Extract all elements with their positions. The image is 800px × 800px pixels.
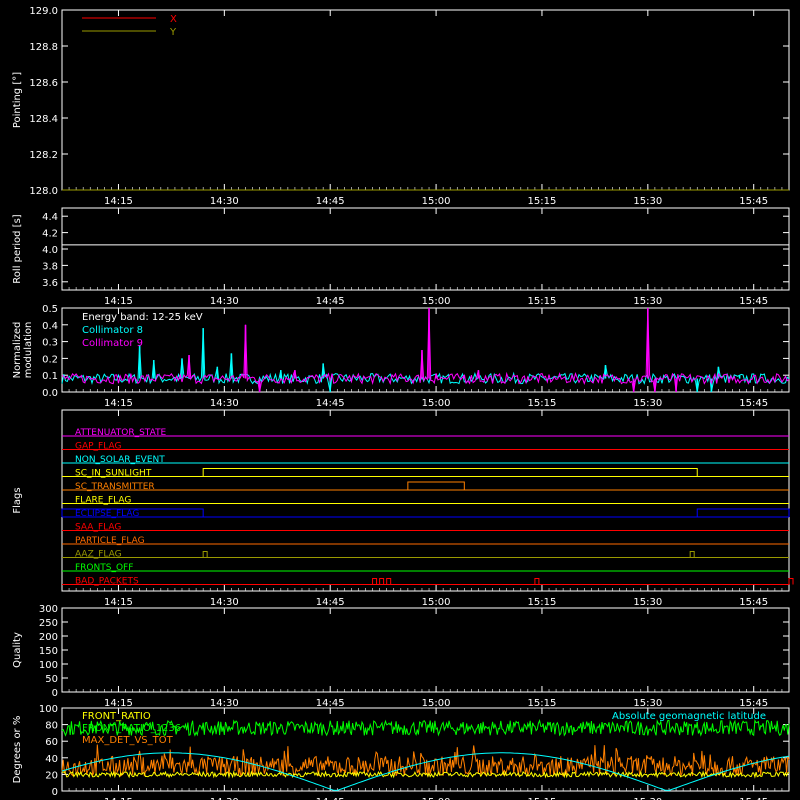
x-tick-label: 14:45	[316, 597, 345, 608]
y-tick-label: 250	[39, 618, 58, 629]
x-tick-label: 15:30	[633, 698, 662, 709]
legend-label: Collimator 8	[82, 325, 143, 336]
y-tick-label: 40	[45, 754, 58, 765]
x-tick-label: 14:15	[104, 398, 133, 409]
series-line-max-det-vs-tot	[61, 744, 790, 778]
y-tick-label: 0.4	[42, 321, 58, 332]
y-tick-label: 20	[45, 770, 58, 781]
x-tick-label: 15:45	[739, 597, 768, 608]
x-tick-label: 15:15	[528, 398, 557, 409]
flag-pulse	[386, 578, 392, 585]
y-tick-label: 60	[45, 737, 58, 748]
y-tick-label: 150	[39, 646, 58, 657]
y-axis-label: modulation	[23, 322, 34, 379]
x-tick-label: 15:30	[633, 597, 662, 608]
x-tick-label: 15:30	[633, 196, 662, 207]
x-tick-label: 15:45	[739, 398, 768, 409]
y-tick-label: 50	[45, 674, 58, 685]
flag-pulse	[379, 578, 385, 585]
legend-label: FRONT_RATIO	[82, 711, 151, 722]
y-tick-label: 4.2	[42, 229, 58, 240]
y-tick-label: 0.1	[42, 371, 58, 382]
x-tick-label: 15:00	[422, 597, 451, 608]
y-tick-label: 3.6	[42, 278, 58, 289]
y-axis-label: Degrees or %	[12, 716, 23, 784]
y-tick-label: 128.4	[29, 114, 58, 125]
y-tick-label: 0	[52, 787, 58, 798]
x-tick-label: 14:30	[210, 597, 239, 608]
x-tick-label: 15:15	[528, 597, 557, 608]
y-axis-label: Flags	[12, 487, 23, 513]
y-tick-label: 0	[52, 688, 58, 699]
flag-step	[696, 508, 790, 517]
x-tick-label: 14:15	[104, 196, 133, 207]
y-tick-label: 80	[45, 721, 58, 732]
legend-label: FRONT_RATIO_1236	[82, 723, 181, 734]
x-tick-label: 14:15	[104, 597, 133, 608]
flag-pulse	[372, 578, 378, 585]
chart-figure: 128.0 128.2 128.4 128.6 128.8 129.0 14:15 14:30…	[12, 6, 794, 800]
flag-pulse	[788, 578, 794, 585]
chart-annotation: Energy band: 12-25 keV	[82, 312, 203, 323]
y-tick-label: 0.2	[42, 354, 58, 365]
y-tick-label: 200	[39, 632, 58, 643]
x-tick-label: 14:45	[316, 398, 345, 409]
x-tick-label: 14:30	[210, 196, 239, 207]
x-tick-label: 15:15	[528, 698, 557, 709]
x-tick-label: 15:45	[739, 296, 768, 307]
x-tick-label: 15:30	[633, 296, 662, 307]
x-tick-label: 14:45	[316, 196, 345, 207]
flag-step	[407, 481, 465, 490]
y-tick-label: 100	[39, 660, 58, 671]
x-tick-label: 15:15	[528, 196, 557, 207]
x-tick-label: 15:00	[422, 196, 451, 207]
y-tick-label: 128.8	[29, 42, 58, 53]
panel-frame-4	[61, 409, 790, 592]
legend-label: Y	[169, 27, 177, 38]
flag-step	[202, 468, 698, 477]
y-tick-label: 4.0	[42, 245, 58, 256]
legend-label: Collimator 9	[82, 338, 143, 349]
x-tick-label: 15:45	[739, 196, 768, 207]
y-tick-label: 3.8	[42, 261, 58, 272]
y-axis-label: Roll period [s]	[12, 214, 23, 283]
flag-pulse	[202, 551, 208, 558]
legend-label: MAX_DET_VS_TOT	[82, 735, 174, 746]
x-tick-label: 15:00	[422, 398, 451, 409]
flag-pulse	[534, 578, 540, 585]
x-tick-label: 14:15	[104, 698, 133, 709]
x-tick-label: 15:30	[633, 398, 662, 409]
flag-pulse	[689, 551, 695, 558]
y-tick-label: 0.5	[42, 304, 58, 315]
x-tick-label: 15:15	[528, 296, 557, 307]
x-tick-label: 14:30	[210, 398, 239, 409]
panel-frame-2	[61, 207, 790, 291]
y-axis-label: Normalized	[12, 322, 23, 379]
y-axis-label: Pointing [°]	[12, 72, 23, 128]
x-tick-label: 15:00	[422, 296, 451, 307]
y-tick-label: 300	[39, 604, 58, 615]
y-tick-label: 0.0	[42, 388, 58, 399]
legend-label: X	[170, 14, 177, 25]
x-tick-label: 14:30	[210, 296, 239, 307]
y-tick-label: 0.3	[42, 338, 58, 349]
y-tick-label: 129.0	[29, 6, 58, 17]
y-tick-label: 4.4	[42, 212, 58, 223]
x-tick-label: 14:15	[104, 296, 133, 307]
x-tick-label: 15:00	[422, 698, 451, 709]
x-tick-label: 14:45	[316, 296, 345, 307]
series-line-collimator-8	[61, 328, 790, 393]
y-axis-label: Quality	[12, 632, 23, 668]
x-tick-label: 14:30	[210, 698, 239, 709]
legend-label: Absolute geomagnetic latitude	[612, 711, 766, 722]
x-tick-label: 15:45	[739, 698, 768, 709]
x-tick-label: 14:45	[316, 698, 345, 709]
panel-frame-5	[61, 607, 790, 693]
y-tick-label: 100	[39, 704, 58, 715]
y-tick-label: 128.0	[29, 186, 58, 197]
y-tick-label: 128.6	[29, 78, 58, 89]
y-tick-label: 128.2	[29, 150, 58, 161]
